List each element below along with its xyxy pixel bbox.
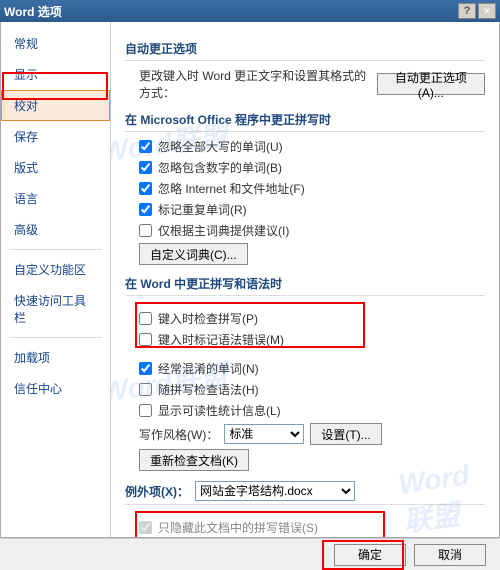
writing-style-select[interactable]: 标准 — [224, 424, 304, 444]
sidebar-item-customize-ribbon[interactable]: 自定义功能区 — [1, 254, 110, 285]
chk-confused[interactable] — [139, 362, 152, 375]
dialog-footer: 确定 取消 — [0, 538, 500, 570]
lbl-maindict: 仅根据主词典提供建议(I) — [158, 222, 289, 239]
chk-internet[interactable] — [139, 182, 152, 195]
lbl-repeated: 标记重复单词(R) — [158, 201, 247, 218]
chk-grammar-typing[interactable] — [139, 333, 152, 346]
section-autocorrect: 自动更正选项 — [125, 40, 485, 61]
autocorrect-options-button[interactable]: 自动更正选项(A)... — [377, 73, 485, 95]
section-word-spelling: 在 Word 中更正拼写和语法时 — [125, 275, 485, 296]
chk-readability[interactable] — [139, 404, 152, 417]
sidebar-item-language[interactable]: 语言 — [1, 183, 110, 214]
sidebar-item-trust[interactable]: 信任中心 — [1, 373, 110, 404]
help-button[interactable]: ? — [458, 3, 476, 19]
chk-grammar-with-spell[interactable] — [139, 383, 152, 396]
ok-button[interactable]: 确定 — [334, 544, 406, 566]
autocorrect-text: 更改键入时 Word 更正文字和设置其格式的方式： — [139, 67, 371, 101]
chk-uppercase[interactable] — [139, 140, 152, 153]
writing-style-label: 写作风格(W)： — [139, 426, 218, 443]
lbl-grammar-typing: 键入时标记语法错误(M) — [158, 331, 284, 348]
chk-repeated[interactable] — [139, 203, 152, 216]
window-title: Word 选项 — [4, 3, 456, 20]
sidebar-item-save[interactable]: 保存 — [1, 121, 110, 152]
sidebar-item-proofing[interactable]: 校对 — [1, 90, 110, 121]
chk-hide-spelling[interactable] — [139, 521, 152, 534]
title-bar: Word 选项 ? ✕ — [0, 0, 500, 22]
lbl-hide-spelling: 只隐藏此文档中的拼写错误(S) — [158, 519, 318, 536]
sidebar-item-general[interactable]: 常规 — [1, 28, 110, 59]
chk-maindict[interactable] — [139, 224, 152, 237]
section-exceptions: 例外项(X)： 网站金字塔结构.docx — [125, 481, 485, 505]
exceptions-label: 例外项(X)： — [125, 483, 189, 500]
sidebar: 常规 显示 校对 保存 版式 语言 高级 自定义功能区 快速访问工具栏 加载项 … — [1, 22, 111, 537]
lbl-grammar-with-spell: 随拼写检查语法(H) — [158, 381, 259, 398]
section-office-spelling: 在 Microsoft Office 程序中更正拼写时 — [125, 111, 485, 132]
recheck-doc-button[interactable]: 重新检查文档(K) — [139, 449, 249, 471]
lbl-confused: 经常混淆的单词(N) — [158, 360, 259, 377]
lbl-readability: 显示可读性统计信息(L) — [158, 402, 281, 419]
sidebar-item-advanced[interactable]: 高级 — [1, 214, 110, 245]
chk-numbers[interactable] — [139, 161, 152, 174]
writing-style-settings-button[interactable]: 设置(T)... — [310, 423, 381, 445]
sidebar-item-display[interactable]: 显示 — [1, 59, 110, 90]
lbl-internet: 忽略 Internet 和文件地址(F) — [158, 180, 305, 197]
exceptions-doc-select[interactable]: 网站金字塔结构.docx — [195, 481, 355, 501]
chk-spellcheck-typing[interactable] — [139, 312, 152, 325]
lbl-spellcheck-typing: 键入时检查拼写(P) — [158, 310, 258, 327]
cancel-button[interactable]: 取消 — [414, 544, 486, 566]
lbl-numbers: 忽略包含数字的单词(B) — [158, 159, 282, 176]
content-panel: Word联盟 Word联盟 Word联盟 自动更正选项 更改键入时 Word 更… — [111, 22, 499, 537]
custom-dictionaries-button[interactable]: 自定义词典(C)... — [139, 243, 248, 265]
sidebar-item-layout[interactable]: 版式 — [1, 152, 110, 183]
close-button[interactable]: ✕ — [478, 3, 496, 19]
lbl-uppercase: 忽略全部大写的单词(U) — [158, 138, 283, 155]
sidebar-item-qat[interactable]: 快速访问工具栏 — [1, 285, 110, 333]
sidebar-item-addins[interactable]: 加载项 — [1, 342, 110, 373]
